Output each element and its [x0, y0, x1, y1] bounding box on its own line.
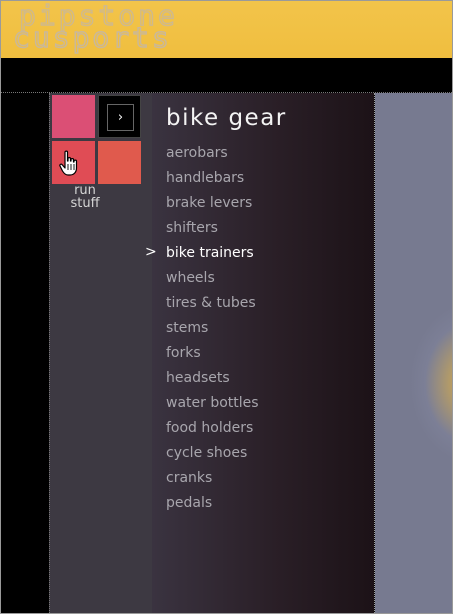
- divider-vertical-left: [49, 93, 50, 613]
- nav-bar: [1, 58, 452, 91]
- menu-item[interactable]: tires & tubes: [166, 291, 259, 316]
- menu-item[interactable]: handlebars: [166, 166, 259, 191]
- category-tile-other[interactable]: [98, 141, 141, 184]
- menu-item[interactable]: cycle shoes: [166, 441, 259, 466]
- page-frame: pipstone cusports › run stuff bike gear …: [0, 0, 453, 614]
- expand-button[interactable]: ›: [98, 95, 141, 138]
- category-tile-bike[interactable]: [52, 95, 95, 138]
- menu-item[interactable]: cranks: [166, 466, 259, 491]
- menu-item[interactable]: water bottles: [166, 391, 259, 416]
- menu-item[interactable]: brake levers: [166, 191, 259, 216]
- site-header: pipstone cusports: [1, 1, 452, 58]
- content-image: [375, 93, 452, 613]
- chevron-right-icon: ›: [107, 104, 134, 131]
- menu-item[interactable]: stems: [166, 316, 259, 341]
- hand-pointer-icon: [59, 150, 78, 176]
- menu-item[interactable]: headsets: [166, 366, 259, 391]
- menu-item[interactable]: aerobars: [166, 141, 259, 166]
- bike-gear-menu: aerobars handlebars brake levers shifters bi…: [166, 141, 259, 516]
- menu-item[interactable]: pedals: [166, 491, 259, 516]
- menu-item[interactable]: shifters: [166, 216, 259, 241]
- run-stuff-link[interactable]: run stuff: [60, 184, 110, 210]
- menu-item[interactable]: wheels: [166, 266, 259, 291]
- menu-item[interactable]: forks: [166, 341, 259, 366]
- logo-line-2: cusports: [12, 21, 172, 54]
- site-logo[interactable]: pipstone cusports: [12, 1, 283, 55]
- menu-title: bike gear: [166, 105, 287, 131]
- run-label-line-2: stuff: [70, 196, 100, 211]
- menu-item[interactable]: food holders: [166, 416, 259, 441]
- menu-item[interactable]: bike trainers: [166, 241, 259, 266]
- selected-marker: >: [145, 244, 157, 260]
